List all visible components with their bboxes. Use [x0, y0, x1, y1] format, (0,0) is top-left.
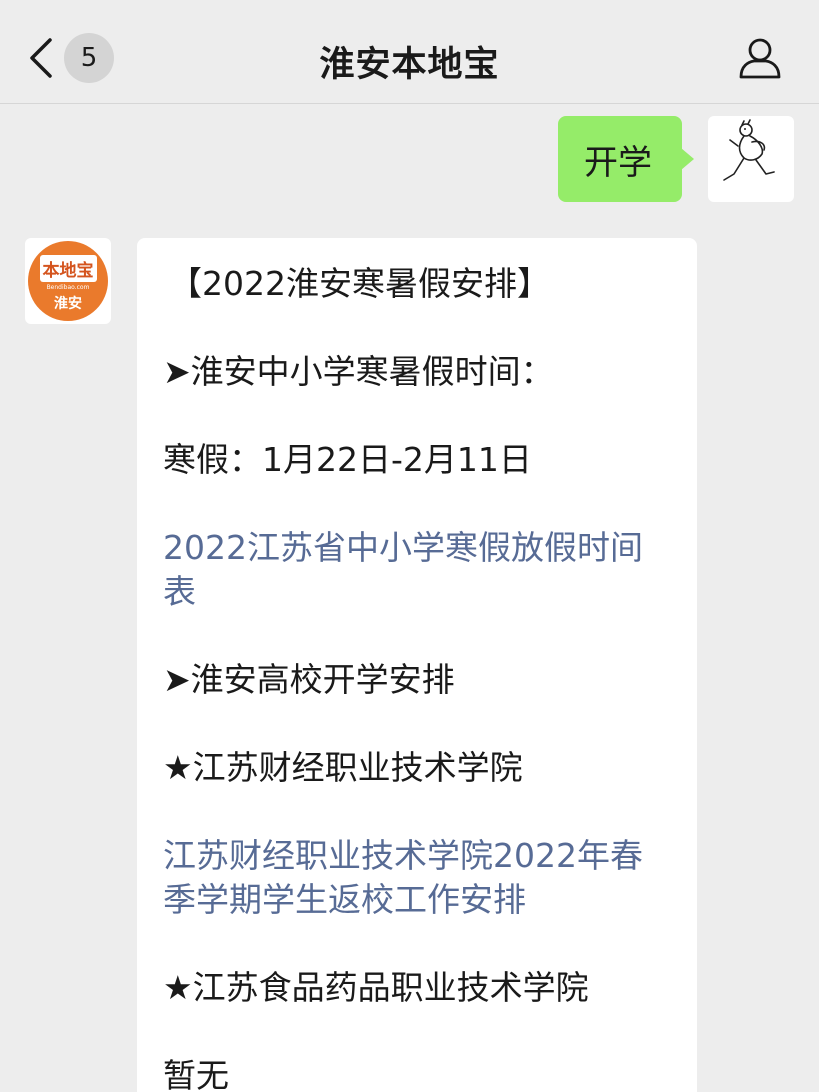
- section-heading: ➤淮安高校开学安排: [163, 660, 455, 699]
- incoming-message-bubble: 【2022淮安寒暑假安排】 ➤淮安中小学寒暑假时间： 寒假：1月22日-2月11…: [137, 238, 697, 1092]
- account-avatar[interactable]: 本地宝 Bendibao.com 淮安: [25, 238, 111, 324]
- user-avatar[interactable]: [708, 116, 794, 202]
- outgoing-message-text: 开学: [584, 142, 652, 183]
- person-icon[interactable]: [738, 36, 782, 80]
- chat-title: 淮安本地宝: [319, 45, 500, 85]
- status-text: 暂无: [163, 1056, 229, 1092]
- logo-url: Bendibao.com: [46, 284, 90, 291]
- outgoing-message-bubble[interactable]: 开学: [558, 116, 694, 202]
- message-heading: 【2022淮安寒暑假安排】: [169, 264, 550, 303]
- return-arrangement-link[interactable]: 江苏财经职业技术学院2022年春季学期学生返校工作安排: [163, 834, 671, 922]
- winter-schedule-link[interactable]: 2022江苏省中小学寒假放假时间表: [163, 526, 671, 614]
- navigation-bar: 5 淮安本地宝: [0, 0, 819, 104]
- cartoon-figure-icon: [723, 119, 775, 181]
- logo-city: 淮安: [54, 296, 82, 312]
- school-name: ★江苏食品药品职业技术学院: [163, 968, 589, 1007]
- school-name: ★江苏财经职业技术学院: [163, 748, 523, 787]
- logo-text: 本地宝: [39, 255, 97, 282]
- bendibao-logo: 本地宝 Bendibao.com 淮安: [28, 241, 108, 321]
- section-heading: ➤淮安中小学寒暑假时间：: [163, 352, 554, 391]
- winter-break-dates: 寒假：1月22日-2月11日: [163, 440, 532, 479]
